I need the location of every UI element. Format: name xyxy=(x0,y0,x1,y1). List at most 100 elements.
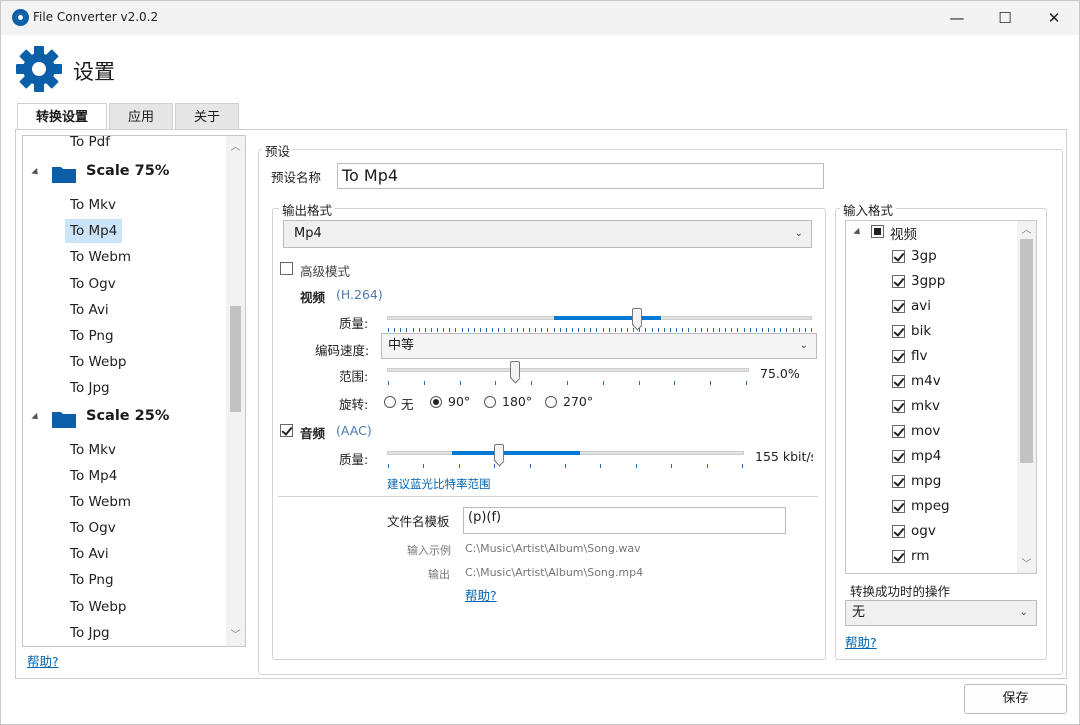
audio-checkbox[interactable] xyxy=(280,424,293,437)
slider-tick xyxy=(412,328,414,332)
rotation-radio-none[interactable] xyxy=(384,396,396,408)
format-item-mkv[interactable]: mkv xyxy=(892,395,1022,420)
slider-tick xyxy=(406,328,408,332)
close-button[interactable]: ✕ xyxy=(1031,1,1077,35)
tree-item[interactable]: To Mkv xyxy=(65,193,121,217)
scroll-down-icon[interactable]: ﹀ xyxy=(226,628,245,644)
preset-name-input[interactable]: To Mp4 xyxy=(337,163,824,189)
slider-tick xyxy=(602,381,604,385)
encoding-speed-select[interactable]: 中等 ⌄ xyxy=(381,333,817,359)
format-list-scrollbar[interactable]: ︿ ﹀ xyxy=(1017,221,1036,573)
maximize-button[interactable]: ☐ xyxy=(982,1,1028,35)
rotation-radio-180[interactable] xyxy=(484,396,496,408)
on-success-select[interactable]: 无 ⌄ xyxy=(845,600,1037,626)
video-quality-thumb[interactable] xyxy=(632,308,642,325)
tree-item[interactable]: To Jpg xyxy=(65,621,115,645)
rotation-radio-270[interactable] xyxy=(545,396,557,408)
expand-caret-icon[interactable] xyxy=(31,412,41,423)
format-item-mp4[interactable]: mp4 xyxy=(892,445,1022,470)
example-input-label: 输入示例 xyxy=(407,544,451,557)
bitrate-hint-link[interactable]: 建议蓝光比特率范围 xyxy=(387,476,491,492)
video-formats-checkbox[interactable] xyxy=(871,225,884,238)
tree-item[interactable]: To Avi xyxy=(65,298,114,322)
tree-item-selected[interactable]: To Mp4 xyxy=(65,219,123,243)
tree-item[interactable]: To Webp xyxy=(65,595,132,619)
format-checkbox[interactable] xyxy=(892,400,905,413)
page-title: 设置 xyxy=(73,60,115,84)
gear-icon xyxy=(16,46,62,92)
format-checkbox[interactable] xyxy=(892,450,905,463)
tree-item[interactable]: To Mp4 xyxy=(65,464,122,488)
format-item-3gpp[interactable]: 3gpp xyxy=(892,270,1022,295)
format-item-rm[interactable]: rm xyxy=(892,545,1022,570)
tree-item[interactable]: To Png xyxy=(65,324,119,348)
slider-tick xyxy=(755,328,757,332)
format-checkbox[interactable] xyxy=(892,250,905,263)
format-checkbox[interactable] xyxy=(892,500,905,513)
format-item-flv[interactable]: flv xyxy=(892,345,1022,370)
tree-item[interactable]: To Ogv xyxy=(65,272,121,296)
tab-conversion-settings[interactable]: 转换设置 xyxy=(17,103,108,131)
tree-item[interactable]: To Ogv xyxy=(65,516,121,540)
tree-item[interactable]: To Avi xyxy=(65,542,114,566)
format-label: bik xyxy=(911,323,932,339)
format-item-mpg[interactable]: mpg xyxy=(892,470,1022,495)
minimize-button[interactable]: — xyxy=(934,1,980,35)
scroll-up-icon[interactable]: ︿ xyxy=(226,140,245,156)
tree-help-link[interactable]: 帮助? xyxy=(27,651,59,670)
filename-help-link[interactable]: 帮助? xyxy=(465,585,497,604)
format-checkbox[interactable] xyxy=(892,300,905,313)
scroll-thumb[interactable] xyxy=(230,306,241,412)
advanced-mode-checkbox[interactable] xyxy=(280,262,293,275)
format-checkbox[interactable] xyxy=(892,475,905,488)
output-format-select[interactable]: Mp4 ⌄ xyxy=(283,220,812,248)
tree-group-scale-75[interactable]: Scale 75% xyxy=(23,160,226,190)
tree-item[interactable]: To Webm xyxy=(65,490,136,514)
tree-item[interactable]: To Webm xyxy=(65,245,136,269)
slider-tick xyxy=(430,328,432,332)
format-checkbox[interactable] xyxy=(892,550,905,563)
format-checkbox[interactable] xyxy=(892,325,905,338)
format-item-m4v[interactable]: m4v xyxy=(892,370,1022,395)
format-checkbox[interactable] xyxy=(892,525,905,538)
expand-caret-icon[interactable] xyxy=(31,167,41,178)
range-slider-thumb[interactable] xyxy=(510,361,520,378)
tab-about[interactable]: 关于 xyxy=(175,103,240,130)
scroll-down-icon[interactable]: ﹀ xyxy=(1017,557,1036,573)
format-item-mov[interactable]: mov xyxy=(892,420,1022,445)
preset-tree[interactable]: To Pdf Scale 75% To Mkv To Mp4 To Webm T… xyxy=(22,135,246,647)
tab-application[interactable]: 应用 xyxy=(109,103,174,130)
video-formats-label: 视频 xyxy=(890,227,917,243)
scroll-thumb[interactable] xyxy=(1020,239,1033,463)
format-checkbox[interactable] xyxy=(892,275,905,288)
input-format-list[interactable]: 视频 3gp 3gpp avi bik flv m4v mkv mov mp4 mpg mpeg og… xyxy=(845,220,1037,574)
tree-item[interactable]: To Png xyxy=(65,568,119,592)
tree-item[interactable]: To Mkv xyxy=(65,438,121,462)
format-item-bik[interactable]: bik xyxy=(892,320,1022,345)
scroll-up-icon[interactable]: ︿ xyxy=(1017,223,1036,239)
example-output-label: 输出 xyxy=(428,568,450,581)
input-format-help-link[interactable]: 帮助? xyxy=(845,632,877,651)
tree-group-scale-25[interactable]: Scale 25% xyxy=(23,405,226,435)
format-item-3gp[interactable]: 3gp xyxy=(892,245,1022,270)
tree-scrollbar[interactable]: ︿ ﹀ xyxy=(226,136,245,646)
slider-tick xyxy=(479,328,481,332)
filename-template-input[interactable]: (p)(f) xyxy=(463,507,786,534)
format-checkbox[interactable] xyxy=(892,375,905,388)
expand-caret-icon[interactable] xyxy=(853,227,863,238)
rotation-radio-90[interactable] xyxy=(430,396,442,408)
tree-item[interactable]: To Pdf xyxy=(65,136,115,154)
format-item-avi[interactable]: avi xyxy=(892,295,1022,320)
format-item-mpeg[interactable]: mpeg xyxy=(892,495,1022,520)
slider-tick xyxy=(455,328,457,332)
audio-quality-thumb[interactable] xyxy=(494,444,504,461)
tree-item[interactable]: To Jpg xyxy=(65,376,115,400)
format-checkbox[interactable] xyxy=(892,425,905,438)
range-slider[interactable] xyxy=(387,368,749,372)
format-item-ogv[interactable]: ogv xyxy=(892,520,1022,545)
slider-tick xyxy=(529,328,530,332)
tree-item[interactable]: To Webp xyxy=(65,350,132,374)
audio-codec-label: (AAC) xyxy=(336,423,372,438)
format-checkbox[interactable] xyxy=(892,350,905,363)
save-button[interactable]: 保存 xyxy=(964,684,1067,714)
